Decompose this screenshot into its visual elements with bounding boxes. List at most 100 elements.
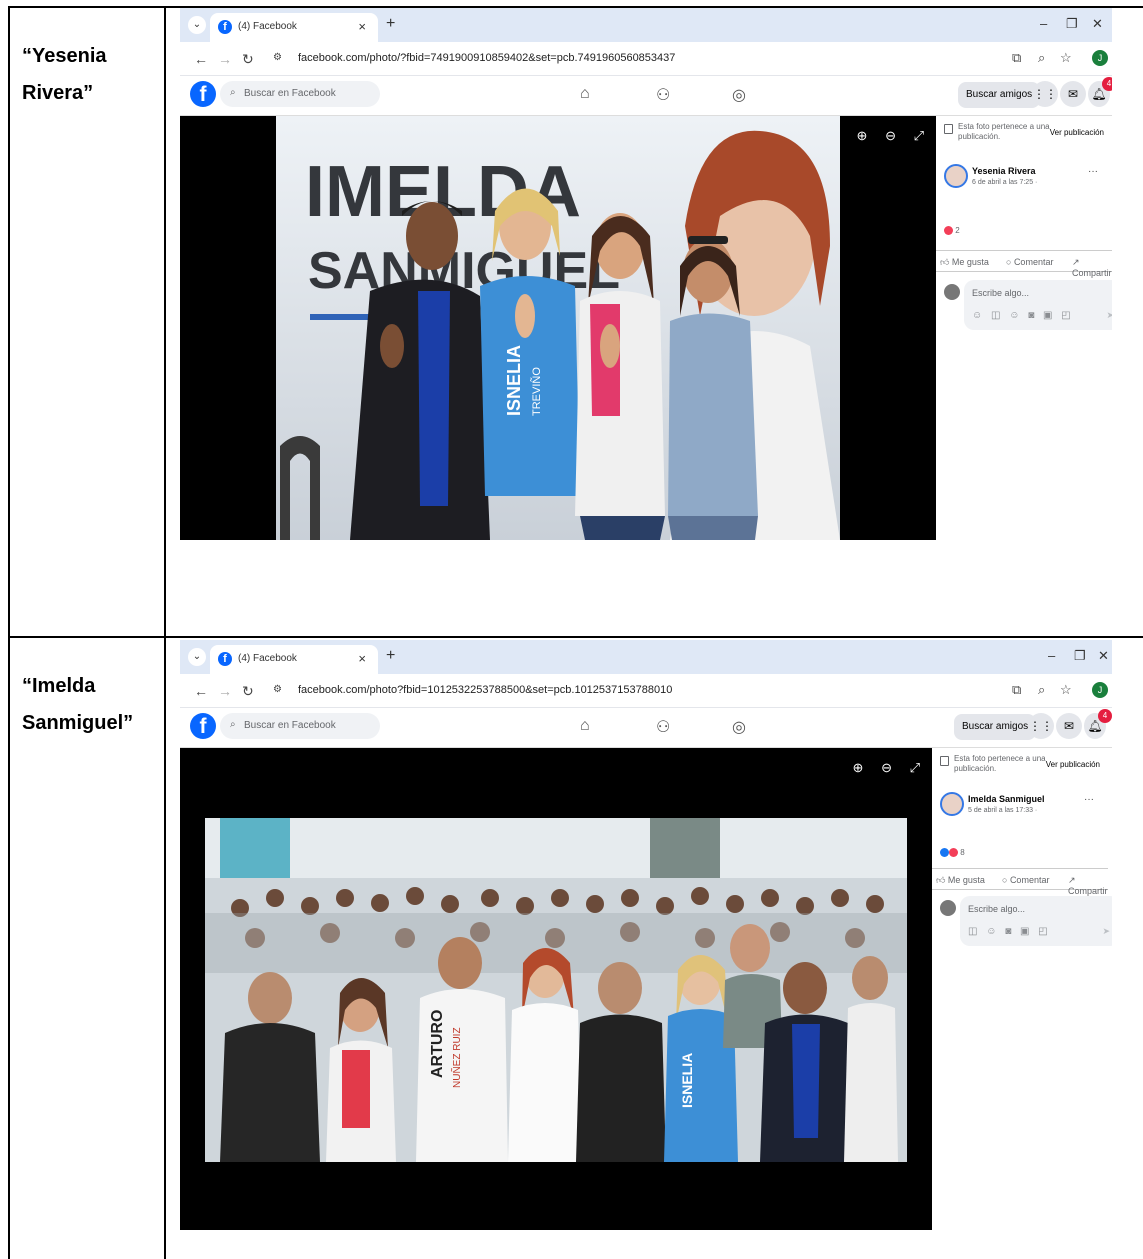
- forward-icon[interactable]: →: [218, 683, 232, 699]
- facebook-logo[interactable]: f: [190, 81, 216, 107]
- zoom-icon[interactable]: ⌕: [1038, 682, 1045, 698]
- close-window-icon[interactable]: ✕: [1098, 648, 1109, 664]
- buscar-amigos-button[interactable]: Buscar amigos: [954, 714, 1037, 740]
- facebook-favicon-icon: f: [218, 20, 232, 34]
- reactions-summary[interactable]: 2: [944, 226, 960, 236]
- search-icon: ⌕: [230, 719, 236, 730]
- group-photo-2: ARTURO NUÑEZ RUIZ ISNELIA: [180, 748, 932, 1230]
- author-avatar[interactable]: [940, 792, 964, 816]
- author-name[interactable]: Yesenia Rivera: [972, 166, 1036, 176]
- home-icon[interactable]: ⌂: [580, 85, 590, 103]
- like-button[interactable]: 👍︎ Me gusta: [940, 257, 989, 268]
- tab-search-icon[interactable]: ⌄: [188, 16, 206, 34]
- browser-tab[interactable]: f (4) Facebook ×: [210, 645, 378, 674]
- post-sidebar: Esta foto pertenece a una publicación. V…: [936, 116, 1112, 540]
- minimize-icon[interactable]: –: [1040, 16, 1047, 31]
- fullscreen-icon[interactable]: ⤢: [910, 760, 920, 775]
- share-button[interactable]: ↗ Compartir: [1072, 257, 1112, 278]
- browser-tab[interactable]: f (4) Facebook ×: [210, 13, 378, 42]
- notification-badge: 4: [1098, 709, 1112, 723]
- comment-input[interactable]: Escribe algo... ☺ ◫ ☺ ◙ ▣ ◰ ➤: [964, 280, 1112, 330]
- apps-grid-icon[interactable]: ⋮⋮: [1028, 713, 1054, 739]
- url-field[interactable]: ⚙ facebook.com/photo?fbid=10125322537885…: [265, 679, 1085, 703]
- comment-label: Comentar: [1009, 875, 1050, 885]
- install-icon[interactable]: ⧉: [1012, 50, 1021, 66]
- share-button[interactable]: ↗ Compartir: [1068, 875, 1108, 896]
- like-reaction-icon: [940, 848, 949, 858]
- post-actions: 👍︎ Me gusta ○ Comentar ↗ Compartir: [932, 868, 1108, 896]
- more-options-icon[interactable]: ···: [1084, 794, 1094, 805]
- bookmark-star-icon[interactable]: ☆: [1060, 50, 1072, 66]
- comment-tools-icons[interactable]: ◫ ☺ ◙ ▣ ◰: [968, 926, 1051, 937]
- tab-bar: ⌄ f (4) Facebook × + – ❐ ✕: [180, 640, 1112, 674]
- zoom-in-icon[interactable]: ⊕: [857, 128, 868, 143]
- send-icon[interactable]: ➤: [1106, 310, 1112, 321]
- comment-input[interactable]: Escribe algo... ◫ ☺ ◙ ▣ ◰ ➤: [960, 896, 1112, 946]
- close-tab-icon[interactable]: ×: [358, 19, 366, 34]
- document-table: “Yesenia Rivera” ⌄ f (4) Facebook × + – …: [8, 6, 1143, 1259]
- back-icon[interactable]: ←: [194, 51, 208, 67]
- ver-publicacion-link[interactable]: Ver publicación: [1050, 128, 1104, 137]
- forward-icon[interactable]: →: [218, 51, 232, 67]
- install-icon[interactable]: ⧉: [1012, 682, 1021, 698]
- tab-search-icon[interactable]: ⌄: [188, 648, 206, 666]
- fullscreen-icon[interactable]: ⤢: [914, 128, 924, 143]
- profile-avatar[interactable]: J: [1092, 50, 1108, 66]
- profile-avatar[interactable]: J: [1092, 682, 1108, 698]
- author-name[interactable]: Imelda Sanmiguel: [968, 794, 1045, 804]
- reload-icon[interactable]: ↻: [242, 51, 254, 68]
- reactions-summary[interactable]: 8: [940, 848, 965, 858]
- friends-icon[interactable]: ⚇: [656, 85, 670, 105]
- url-field[interactable]: ⚙ facebook.com/photo/?fbid=7491900910859…: [265, 47, 1085, 71]
- row-label: “Imelda Sanmiguel”: [22, 675, 134, 734]
- new-tab-icon[interactable]: +: [386, 15, 395, 33]
- bookmark-star-icon[interactable]: ☆: [1060, 682, 1072, 698]
- site-info-icon[interactable]: ⚙: [273, 684, 282, 695]
- groups-icon[interactable]: ◎: [732, 85, 746, 105]
- restore-icon[interactable]: ❐: [1066, 16, 1078, 32]
- share-label: Compartir: [1068, 886, 1108, 896]
- comment-placeholder: Escribe algo...: [972, 288, 1030, 298]
- commenter-avatar: [944, 284, 960, 300]
- facebook-search-input[interactable]: ⌕ Buscar en Facebook: [220, 81, 380, 107]
- bell-icon[interactable]: 🔔︎ 4: [1088, 77, 1112, 107]
- zoom-out-icon[interactable]: ⊖: [885, 128, 896, 143]
- post-actions: 👍︎ Me gusta ○ Comentar ↗ Compartir: [936, 250, 1112, 278]
- comment-button[interactable]: ○ Comentar: [1002, 875, 1049, 885]
- messenger-icon[interactable]: ✉: [1060, 81, 1086, 107]
- send-icon[interactable]: ➤: [1102, 926, 1110, 937]
- post-date[interactable]: 6 de abril a las 7:25 ·: [972, 179, 1037, 186]
- apps-grid-icon[interactable]: ⋮⋮: [1032, 81, 1058, 107]
- comment-tools-icons[interactable]: ☺ ◫ ☺ ◙ ▣ ◰: [972, 310, 1074, 321]
- bell-icon[interactable]: 🔔︎ 4: [1084, 709, 1112, 739]
- home-icon[interactable]: ⌂: [580, 717, 590, 735]
- ver-publicacion-link[interactable]: Ver publicación: [1046, 760, 1100, 769]
- author-avatar[interactable]: [944, 164, 968, 188]
- zoom-in-icon[interactable]: ⊕: [853, 760, 864, 775]
- comment-button[interactable]: ○ Comentar: [1006, 257, 1053, 267]
- like-label: Me gusta: [947, 875, 985, 885]
- restore-icon[interactable]: ❐: [1074, 648, 1086, 664]
- zoom-icon[interactable]: ⌕: [1038, 50, 1045, 66]
- facebook-search-input[interactable]: ⌕ Buscar en Facebook: [220, 713, 380, 739]
- more-options-icon[interactable]: ···: [1088, 166, 1098, 177]
- back-icon[interactable]: ←: [194, 683, 208, 699]
- friends-icon[interactable]: ⚇: [656, 717, 670, 737]
- comment-label: Comentar: [1013, 257, 1054, 267]
- minimize-icon[interactable]: –: [1048, 648, 1055, 663]
- facebook-logo[interactable]: f: [190, 713, 216, 739]
- post-date[interactable]: 5 de abril a las 17:33 ·: [968, 807, 1037, 814]
- close-window-icon[interactable]: ✕: [1092, 16, 1103, 32]
- zoom-out-icon[interactable]: ⊖: [881, 760, 892, 775]
- groups-icon[interactable]: ◎: [732, 717, 746, 737]
- close-tab-icon[interactable]: ×: [358, 651, 366, 666]
- reaction-count: 8: [960, 848, 965, 857]
- like-button[interactable]: 👍︎ Me gusta: [936, 875, 985, 886]
- new-tab-icon[interactable]: +: [386, 647, 395, 665]
- reload-icon[interactable]: ↻: [242, 683, 254, 700]
- messenger-icon[interactable]: ✉: [1056, 713, 1082, 739]
- love-reaction-icon: [949, 848, 958, 858]
- site-info-icon[interactable]: ⚙: [273, 52, 282, 63]
- shirt-text-3: ARTURO: [429, 1010, 446, 1078]
- buscar-amigos-button[interactable]: Buscar amigos: [958, 82, 1041, 108]
